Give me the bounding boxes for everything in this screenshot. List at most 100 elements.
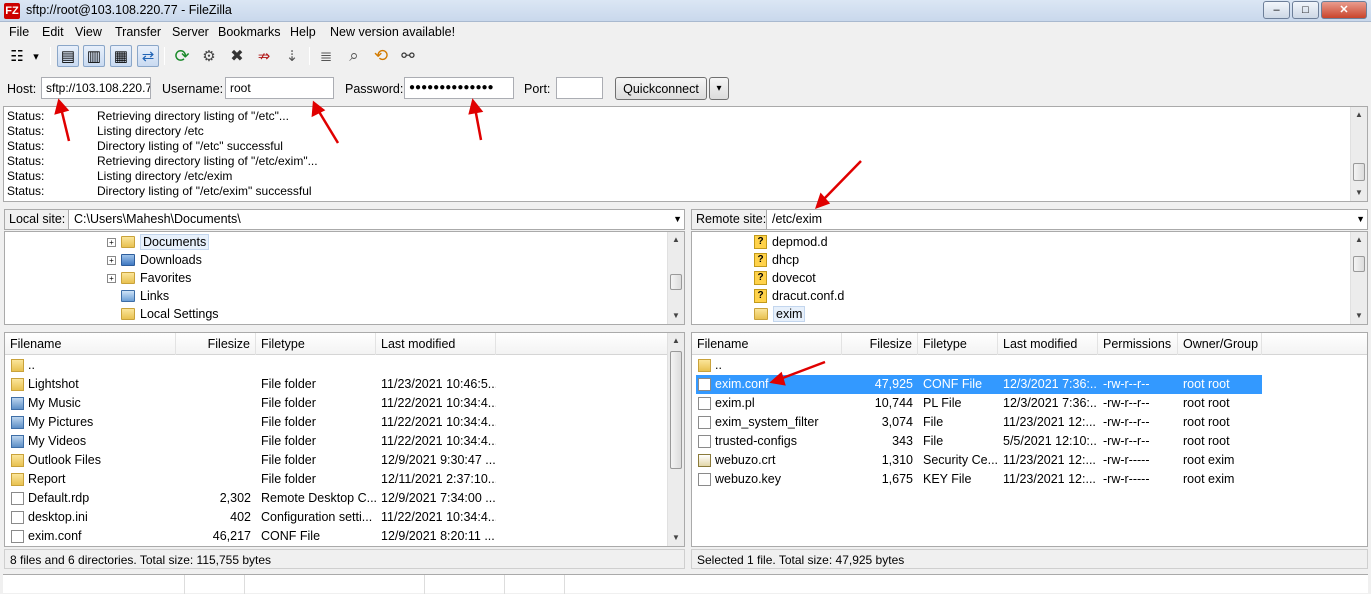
menu-new-version[interactable]: New version available! xyxy=(330,25,455,39)
reconnect-icon[interactable]: ⇣ xyxy=(281,45,303,67)
tree-item-links[interactable]: Links xyxy=(121,287,169,305)
scroll-up-icon[interactable]: ▲ xyxy=(1351,107,1367,123)
disconnect-icon[interactable]: ⇏ xyxy=(253,45,275,67)
quickconnect-dropdown-button[interactable]: ▾ xyxy=(709,77,729,100)
menu-server[interactable]: Server xyxy=(172,25,209,39)
expand-icon[interactable]: + xyxy=(107,255,116,265)
remote-file-row[interactable]: webuzo.crt 1,310 Security Ce... 11/23/2021 … xyxy=(692,451,1367,470)
column-last-modified[interactable]: Last modified xyxy=(376,333,496,355)
remote-status: Selected 1 file. Total size: 47,925 byte… xyxy=(691,549,1368,569)
remote-file-row[interactable]: trusted-configs 343 File 5/5/2021 12:10:...… xyxy=(692,432,1367,451)
menu-edit[interactable]: Edit xyxy=(42,25,64,39)
remote-file-row[interactable]: webuzo.key 1,675 KEY File 11/23/2021 12:...… xyxy=(692,470,1367,489)
tree-item-downloads[interactable]: + Downloads xyxy=(107,251,202,269)
process-queue-icon[interactable]: ≣ xyxy=(315,45,337,67)
local-directory-tree: + Documents + Downloads + Favorites Link… xyxy=(4,231,685,325)
remote-tree-scroll-thumb[interactable] xyxy=(1353,256,1365,272)
scroll-up-icon[interactable]: ▲ xyxy=(668,232,684,248)
toggle-log-icon[interactable]: ▤ xyxy=(57,45,79,67)
menu-bookmarks[interactable]: Bookmarks xyxy=(218,25,281,39)
tree-item-favorites[interactable]: + Favorites xyxy=(107,269,191,287)
local-list-scrollbar[interactable]: ▲ ▼ xyxy=(667,333,684,546)
host-input[interactable]: sftp://103.108.220.7 xyxy=(41,77,151,99)
menu-transfer[interactable]: Transfer xyxy=(115,25,161,39)
column-filesize[interactable]: Filesize xyxy=(176,333,256,355)
port-input[interactable] xyxy=(556,77,603,99)
column-permissions[interactable]: Permissions xyxy=(1098,333,1178,355)
column-filetype[interactable]: Filetype xyxy=(256,333,376,355)
local-file-row[interactable]: My Music File folder 11/22/2021 10:34:4... xyxy=(5,394,684,413)
local-file-row[interactable]: My Pictures File folder 11/22/2021 10:34:4… xyxy=(5,413,684,432)
column-last-modified[interactable]: Last modified xyxy=(998,333,1098,355)
chevron-down-icon[interactable]: ▼ xyxy=(673,210,682,229)
expand-icon[interactable]: + xyxy=(107,237,116,247)
local-file-row[interactable]: Report File folder 12/11/2021 2:37:10... xyxy=(5,470,684,489)
password-input[interactable]: ●●●●●●●●●●●●●● xyxy=(404,77,514,99)
expand-icon[interactable]: + xyxy=(107,273,116,283)
local-file-row[interactable]: My Videos File folder 11/22/2021 10:34:4..… xyxy=(5,432,684,451)
local-file-row[interactable]: Lightshot File folder 11/23/2021 10:46:5..… xyxy=(5,375,684,394)
log-scroll-thumb[interactable] xyxy=(1353,163,1365,181)
column-filename[interactable]: Filename xyxy=(692,333,842,355)
maximize-button[interactable]: □ xyxy=(1292,1,1319,19)
local-file-row[interactable]: .. xyxy=(5,356,684,375)
remote-file-row[interactable]: exim_system_filter 3,074 File 11/23/2021 12… xyxy=(692,413,1367,432)
refresh-icon[interactable]: ⟳ xyxy=(171,45,193,67)
tree-item-exim[interactable]: exim xyxy=(754,305,806,323)
remote-file-row[interactable]: exim.conf 47,925 CONF File 12/3/2021 7:36:.… xyxy=(692,375,1367,394)
local-file-row[interactable]: Outlook Files File folder 12/9/2021 9:30:4… xyxy=(5,451,684,470)
file-type-cell: File folder xyxy=(261,377,316,391)
local-list-scroll-thumb[interactable] xyxy=(670,351,682,469)
column-owner-group[interactable]: Owner/Group xyxy=(1178,333,1262,355)
column-filetype[interactable]: Filetype xyxy=(918,333,998,355)
menu-file[interactable]: File xyxy=(9,25,29,39)
scroll-up-icon[interactable]: ▲ xyxy=(668,333,684,349)
search-icon[interactable]: ⌕ xyxy=(343,45,365,67)
username-input[interactable]: root xyxy=(225,77,334,99)
remote-file-row[interactable]: .. xyxy=(692,356,1367,375)
file-owner-cell: root exim xyxy=(1183,472,1235,486)
close-button[interactable]: ✕ xyxy=(1321,1,1367,19)
quickconnect-button[interactable]: Quickconnect xyxy=(615,77,707,100)
tree-item-depmod-d[interactable]: ? depmod.d xyxy=(754,233,828,251)
chevron-down-icon[interactable]: ▼ xyxy=(1356,210,1365,229)
remote-tree-scrollbar[interactable]: ▲ ▼ xyxy=(1350,232,1367,324)
log-scrollbar[interactable]: ▲ ▼ xyxy=(1350,107,1367,201)
tree-item-documents[interactable]: + Documents xyxy=(107,233,210,251)
toggle-transfer-queue-icon[interactable]: ⇄ xyxy=(137,45,159,67)
menu-help[interactable]: Help xyxy=(290,25,316,39)
find-files-icon[interactable]: ⚯ xyxy=(397,45,419,67)
tree-item-dovecot[interactable]: ? dovecot xyxy=(754,269,816,287)
tree-item-local-settings[interactable]: Local Settings xyxy=(121,305,219,323)
minimize-button[interactable]: – xyxy=(1263,1,1290,19)
file-modified-cell: 11/22/2021 10:34:4... xyxy=(381,396,496,410)
toggle-local-tree-icon[interactable]: ▥ xyxy=(83,45,105,67)
scroll-down-icon[interactable]: ▼ xyxy=(668,530,684,546)
remote-file-row[interactable]: exim.pl 10,744 PL File 12/3/2021 7:36:... -r… xyxy=(692,394,1367,413)
local-file-row[interactable]: Default.rdp 2,302 Remote Desktop C... 12/9/… xyxy=(5,489,684,508)
local-file-row[interactable]: desktop.ini 402 Configuration setti... 11/2… xyxy=(5,508,684,527)
local-tree-scrollbar[interactable]: ▲ ▼ xyxy=(667,232,684,324)
sync-browse-icon[interactable]: ⟲ xyxy=(370,45,392,67)
toggle-remote-tree-icon[interactable]: ▦ xyxy=(110,45,132,67)
remote-path-combo[interactable]: /etc/exim ▼ xyxy=(766,209,1368,230)
local-file-row[interactable]: exim.conf 46,217 CONF File 12/9/2021 8:20:1… xyxy=(5,527,684,546)
downloads-folder-icon xyxy=(121,254,135,266)
local-list-header: Filename Filesize Filetype Last modified xyxy=(5,333,684,355)
menu-view[interactable]: View xyxy=(75,25,102,39)
local-tree-scroll-thumb[interactable] xyxy=(670,274,682,290)
filter-icon[interactable]: ⚙ xyxy=(198,45,220,67)
column-filesize[interactable]: Filesize xyxy=(842,333,918,355)
scroll-down-icon[interactable]: ▼ xyxy=(668,308,684,324)
site-manager-dropdown-icon[interactable]: ▾ xyxy=(29,45,43,67)
tree-item-dhcp[interactable]: ? dhcp xyxy=(754,251,799,269)
scroll-up-icon[interactable]: ▲ xyxy=(1351,232,1367,248)
cancel-icon[interactable]: ✖ xyxy=(226,45,248,67)
tree-item-dracut-conf-d[interactable]: ? dracut.conf.d xyxy=(754,287,844,305)
local-site-label: Local site: xyxy=(4,209,71,230)
site-manager-icon[interactable]: ☷ xyxy=(6,45,28,67)
column-filename[interactable]: Filename xyxy=(5,333,176,355)
local-path-combo[interactable]: C:\Users\Mahesh\Documents\ ▼ xyxy=(68,209,685,230)
scroll-down-icon[interactable]: ▼ xyxy=(1351,308,1367,324)
scroll-down-icon[interactable]: ▼ xyxy=(1351,185,1367,201)
